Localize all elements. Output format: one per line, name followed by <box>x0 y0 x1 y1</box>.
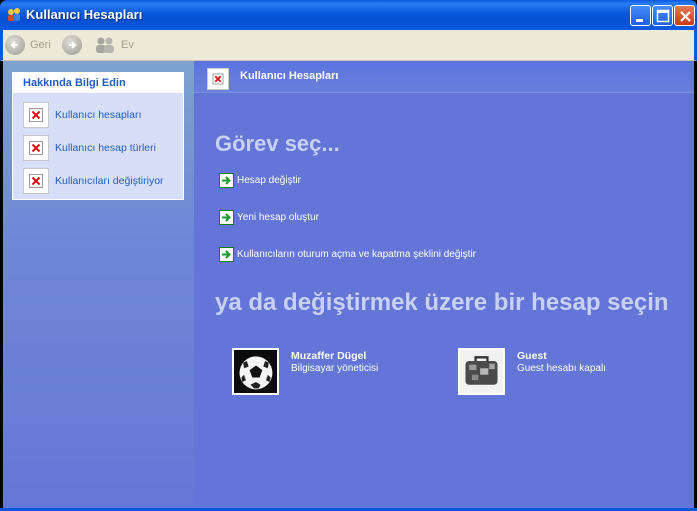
account-tile-guest[interactable]: Guest Guest hesabı kapalı <box>458 346 658 396</box>
pick-task-heading: Görev seç... <box>215 131 340 156</box>
green-arrow-icon <box>219 247 234 262</box>
broken-image-icon <box>23 102 49 128</box>
account-description: Guest hesabı kapalı <box>517 363 606 374</box>
soccer-ball-picture <box>232 348 279 395</box>
close-icon <box>680 11 691 22</box>
broken-image-icon <box>23 135 49 161</box>
home-button[interactable]: Ev <box>94 34 134 56</box>
account-name: Guest <box>517 350 547 362</box>
maximize-icon <box>656 9 670 23</box>
minimize-button[interactable] <box>630 5 651 26</box>
title-bar[interactable]: Kullanıcı Hesapları <box>0 0 697 30</box>
task-pane: Kullanıcı Hesapları Görev seç... Hesap d… <box>194 61 694 508</box>
task-label: Hesap değiştir <box>237 175 301 186</box>
broken-image-icon <box>207 68 229 90</box>
main-area: Hakkında Bilgi Edin Kullanıcı hesapları … <box>3 61 694 508</box>
task-label: Kullanıcıların oturum açma ve kapatma şe… <box>237 249 476 260</box>
account-name: Muzaffer Dügel <box>291 350 367 362</box>
close-button[interactable] <box>674 5 695 26</box>
account-tile-admin[interactable]: Muzaffer Dügel Bilgisayar yöneticisi <box>232 346 432 396</box>
sidebar-item-label: Kullanıcıları değiştiriyor <box>55 175 164 187</box>
pane-header: Kullanıcı Hesapları <box>194 61 694 93</box>
task-change-account[interactable]: Hesap değiştir <box>219 173 301 188</box>
back-label: Geri <box>30 39 51 51</box>
page-title: Kullanıcı Hesapları <box>240 70 339 82</box>
pick-account-heading: ya da değiştirmek üzere bir hesap seçin <box>215 289 669 316</box>
task-create-account[interactable]: Yeni hesap oluştur <box>219 210 319 225</box>
users-app-icon <box>8 8 20 21</box>
broken-image-icon <box>23 168 49 194</box>
sidebar-item-label: Kullanıcı hesapları <box>55 109 142 121</box>
task-label: Yeni hesap oluştur <box>237 212 319 223</box>
green-arrow-icon <box>219 210 234 225</box>
minimize-icon <box>636 19 643 22</box>
left-pane: Hakkında Bilgi Edin Kullanıcı hesapları … <box>3 61 194 508</box>
sidebar-item-label: Kullanıcı hesap türleri <box>55 142 156 154</box>
back-arrow-icon <box>5 35 25 55</box>
learn-about-panel: Hakkında Bilgi Edin Kullanıcı hesapları … <box>12 72 184 200</box>
home-label: Ev <box>121 39 134 51</box>
task-change-logon[interactable]: Kullanıcıların oturum açma ve kapatma şe… <box>219 247 476 262</box>
window-title: Kullanıcı Hesapları <box>26 7 143 22</box>
account-description: Bilgisayar yöneticisi <box>291 363 379 374</box>
forward-arrow-icon <box>62 35 82 55</box>
sidebar-item-switching-users[interactable]: Kullanıcıları değiştiriyor <box>23 167 164 195</box>
forward-button[interactable] <box>62 34 82 56</box>
green-arrow-icon <box>219 173 234 188</box>
learn-about-title: Hakkında Bilgi Edin <box>13 73 183 93</box>
back-button[interactable]: Geri <box>5 34 51 56</box>
suitcase-picture <box>458 348 505 395</box>
toolbar: Geri Ev <box>0 30 697 61</box>
sidebar-item-account-types[interactable]: Kullanıcı hesap türleri <box>23 134 156 162</box>
users-home-icon <box>96 37 114 53</box>
sidebar-item-user-accounts[interactable]: Kullanıcı hesapları <box>23 101 141 129</box>
maximize-button[interactable] <box>652 5 673 26</box>
